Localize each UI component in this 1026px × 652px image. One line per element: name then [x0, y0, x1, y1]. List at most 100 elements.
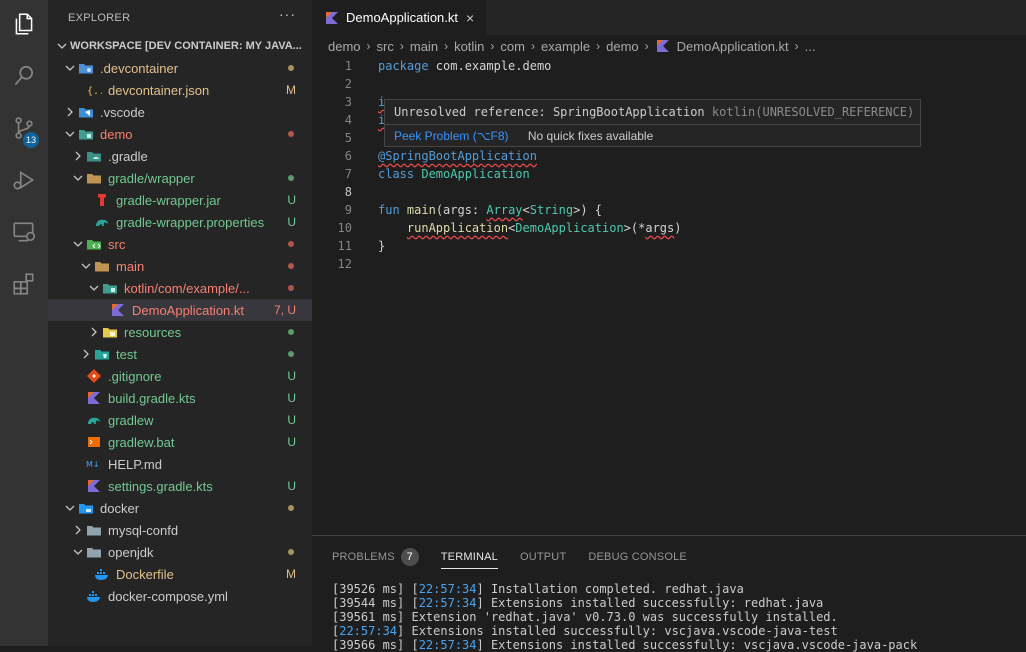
explorer-item[interactable]: src [48, 233, 312, 255]
explorer-header: EXPLORER ··· [48, 0, 312, 35]
more-actions-icon[interactable]: ··· [279, 6, 296, 22]
explorer-item[interactable]: mysql-confd [48, 519, 312, 541]
explorer-item[interactable]: docker [48, 497, 312, 519]
chevron-down-icon[interactable] [62, 63, 78, 73]
line-number: 1 [344, 59, 352, 73]
explorer-item-label: Dockerfile [116, 566, 174, 582]
chevron-right-icon[interactable] [86, 327, 102, 337]
breadcrumb-item[interactable]: demo [606, 39, 639, 54]
chevron-down-icon [54, 41, 70, 51]
chevron-down-icon[interactable] [70, 173, 86, 183]
code-line: package com.example.demo [378, 59, 552, 73]
explorer-item[interactable]: resources [48, 321, 312, 343]
explorer-item[interactable]: Dockerfile M [48, 563, 312, 585]
explorer-item-label: HELP.md [108, 456, 162, 472]
explorer-item[interactable]: demo [48, 123, 312, 145]
breadcrumb: demo › src › main › kotlin › com › example › d… [328, 38, 816, 54]
chevron-right-icon[interactable] [70, 151, 86, 161]
explorer-title: EXPLORER [68, 11, 131, 24]
source-control-icon[interactable]: 13 [0, 104, 48, 152]
gradle-icon [86, 412, 102, 428]
folder-icon [94, 258, 110, 274]
folder-icon [86, 170, 102, 186]
explorer-item-label: kotlin/com/example/... [124, 280, 250, 296]
markdown-icon: M↓ [86, 456, 102, 472]
explorer-item[interactable]: {..} devcontainer.json M [48, 79, 312, 101]
explorer-item[interactable]: gradle/wrapper [48, 167, 312, 189]
explorer-item[interactable]: .devcontainer [48, 57, 312, 79]
explorer-item[interactable]: .gradle [48, 145, 312, 167]
scm-badge: 13 [23, 132, 39, 148]
breadcrumb-item[interactable]: example [541, 39, 590, 54]
explorer-item-label: openjdk [108, 544, 154, 560]
explorer-item[interactable]: openjdk [48, 541, 312, 563]
explorer-item[interactable]: gradle-wrapper.jar U [48, 189, 312, 211]
breadcrumb-item[interactable]: DemoApplication.kt [677, 39, 789, 54]
explorer-item[interactable]: .vscode [48, 101, 312, 123]
explorer-item-label: .vscode [100, 104, 145, 120]
explorer-item[interactable]: .gitignore U [48, 365, 312, 387]
explorer-item-label: main [116, 258, 145, 274]
breadcrumb-item[interactable]: ... [805, 39, 816, 54]
git-status-badge: U [287, 215, 296, 229]
close-icon[interactable]: × [466, 10, 474, 26]
explorer-item[interactable]: docker-compose.yml [48, 585, 312, 607]
git-status-dot [288, 549, 294, 555]
git-status-badge: M [286, 567, 296, 581]
explorer-item[interactable]: build.gradle.kts U [48, 387, 312, 409]
explorer-item[interactable]: DemoApplication.kt 7, U [48, 299, 312, 321]
breadcrumb-item[interactable]: src [377, 39, 394, 54]
line-number: 2 [344, 77, 352, 91]
git-status-badge: U [287, 369, 296, 383]
tab-demoapplication[interactable]: DemoApplication.kt × [312, 0, 486, 35]
chevron-right-icon[interactable] [70, 525, 86, 535]
explorer-item[interactable]: gradle-wrapper.properties U [48, 211, 312, 233]
extensions-icon[interactable] [0, 260, 48, 308]
breadcrumb-item[interactable]: kotlin [454, 39, 484, 54]
workspace-header[interactable]: WORKSPACE [DEV CONTAINER: MY JAVA... [48, 35, 312, 57]
git-status-dot [288, 263, 294, 269]
chevron-down-icon[interactable] [78, 261, 94, 271]
workspace-label: WORKSPACE [DEV CONTAINER: MY JAVA... [70, 40, 302, 52]
chevron-right-icon[interactable] [62, 107, 78, 117]
chevron-right-icon[interactable] [78, 349, 94, 359]
explorer-item[interactable]: gradlew.bat U [48, 431, 312, 453]
terminal-line: [39526 ms] [22:57:34] Installation compl… [332, 582, 744, 596]
tab-debug-console[interactable]: DEBUG CONSOLE [588, 536, 687, 578]
breadcrumb-item[interactable]: com [500, 39, 525, 54]
git-icon [86, 368, 102, 384]
explorer-item-label: gradle-wrapper.properties [116, 214, 265, 230]
tab-terminal[interactable]: TERMINAL [440, 536, 499, 578]
explorer-item[interactable]: settings.gradle.kts U [48, 475, 312, 497]
run-debug-icon[interactable] [0, 156, 48, 204]
explorer-item-label: resources [124, 324, 182, 340]
explorer-icon[interactable] [0, 0, 48, 48]
git-status-badge: U [287, 479, 296, 493]
explorer-item[interactable]: main [48, 255, 312, 277]
remote-explorer-icon[interactable] [0, 208, 48, 256]
code-line: fun main(args: Array<String>) { [378, 203, 603, 217]
terminal-line: [39544 ms] [22:57:34] Extensions install… [332, 596, 824, 610]
chevron-down-icon[interactable] [62, 503, 78, 513]
hover-actions: Peek Problem (⌥F8) No quick fixes availa… [385, 124, 920, 148]
search-icon[interactable] [0, 52, 48, 100]
chevron-down-icon[interactable] [70, 547, 86, 557]
peek-problem-link[interactable]: Peek Problem (⌥F8) [394, 129, 509, 143]
explorer-item[interactable]: M↓ HELP.md [48, 453, 312, 475]
explorer-item[interactable]: test [48, 343, 312, 365]
tab-problems[interactable]: PROBLEMS 7 [332, 536, 419, 578]
breadcrumb-item[interactable]: demo [328, 39, 361, 54]
chevron-down-icon[interactable] [70, 239, 86, 249]
code-line: runApplication<DemoApplication>(*args) [406, 221, 682, 235]
tab-output[interactable]: OUTPUT [520, 536, 566, 578]
terminal-output[interactable]: [39526 ms] [22:57:34] Installation compl… [332, 582, 917, 652]
chevron-down-icon[interactable] [86, 283, 102, 293]
chevron-down-icon[interactable] [62, 129, 78, 139]
explorer-item[interactable]: gradlew U [48, 409, 312, 431]
git-status-badge: M [286, 83, 296, 97]
folder-resources-icon [102, 324, 118, 340]
folder-docker-icon [78, 500, 94, 516]
breadcrumb-item[interactable]: main [410, 39, 438, 54]
explorer-item[interactable]: kotlin/com/example/... [48, 277, 312, 299]
code-line: class DemoApplication [378, 167, 530, 181]
